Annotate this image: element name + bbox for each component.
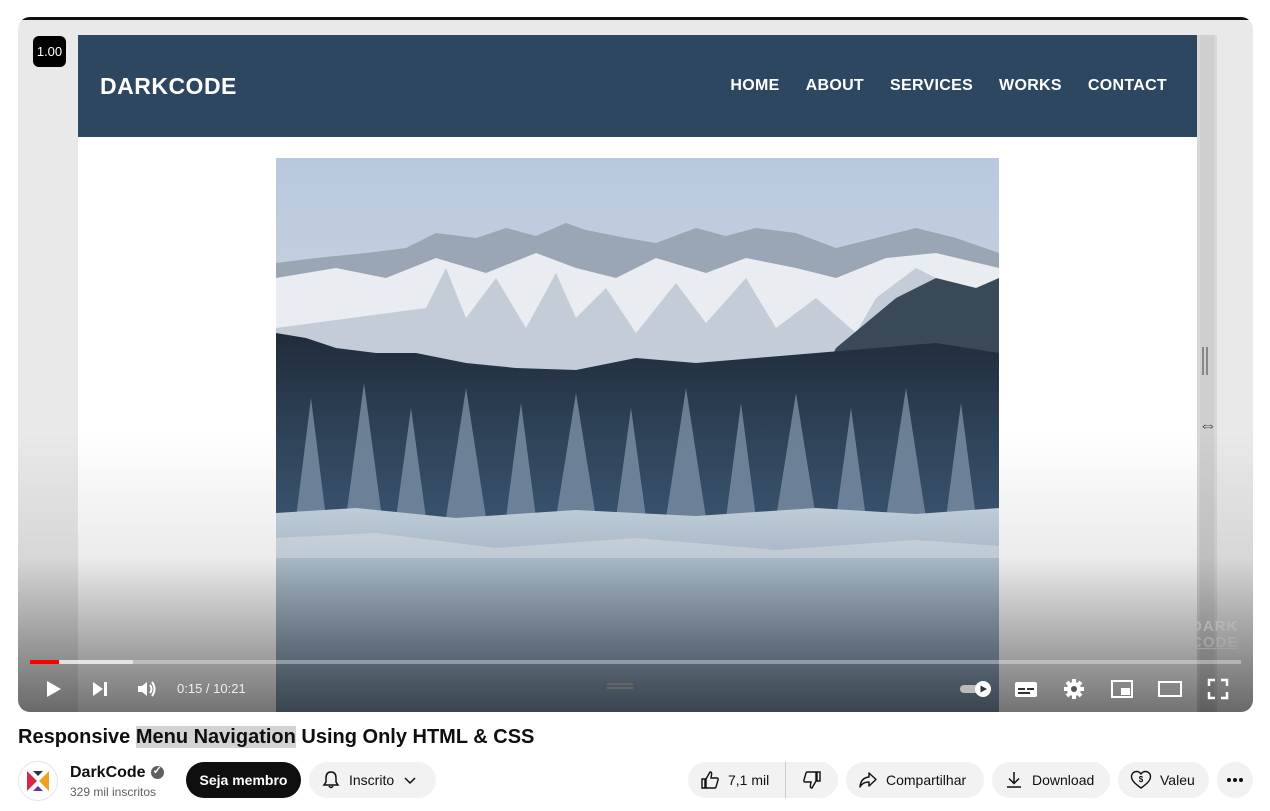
dislike-button[interactable] [786, 762, 838, 798]
subscribed-button[interactable]: Inscrito [309, 762, 436, 798]
download-button[interactable]: Download [992, 762, 1110, 798]
time-display: 0:15 / 10:21 [177, 681, 246, 696]
channel-name[interactable]: DarkCode [70, 764, 164, 782]
volume-button[interactable] [131, 674, 163, 704]
subscriber-count: 329 mil inscritos [70, 784, 157, 799]
download-label: Download [1032, 772, 1095, 788]
volume-icon [138, 681, 156, 697]
thumbs-down-icon [803, 771, 821, 789]
video-player[interactable]: DARKCODE HOME ABOUT SERVICES WORKS CONTA… [18, 17, 1253, 712]
progress-bar[interactable] [30, 660, 1241, 664]
resize-grip-icon [1201, 347, 1209, 377]
progress-played [30, 660, 60, 664]
subtitles-icon [1015, 682, 1037, 697]
player-drag-handle-icon[interactable] [607, 683, 633, 689]
verified-badge-icon [150, 764, 164, 779]
share-icon [859, 772, 877, 788]
miniplayer-button[interactable] [1106, 674, 1138, 704]
join-button[interactable]: Seja membro [186, 762, 301, 798]
video-title: Responsive Menu Navigation Using Only HT… [18, 726, 535, 748]
channel-owner: DarkCode 329 mil inscritos [18, 760, 164, 802]
resize-cursor-icon: ⇔ [1199, 415, 1217, 435]
like-button[interactable]: 7,1 mil [688, 762, 786, 798]
svg-text:$: $ [1139, 775, 1144, 784]
share-label: Compartilhar [886, 772, 967, 788]
site-menu-contact: CONTACT [1087, 77, 1167, 94]
site-menu: HOME ABOUT SERVICES WORKS CONTACT [730, 77, 1167, 95]
site-menu-about: ABOUT [805, 77, 865, 94]
miniplayer-icon [1111, 680, 1133, 698]
like-dislike-group: 7,1 mil [688, 762, 838, 798]
thanks-label: Valeu [1160, 772, 1195, 788]
play-icon [47, 681, 61, 697]
site-navbar: DARKCODE HOME ABOUT SERVICES WORKS CONTA… [78, 35, 1197, 137]
player-top-border [18, 17, 1253, 20]
bell-icon [322, 771, 340, 789]
autoplay-toggle[interactable] [958, 674, 994, 704]
more-actions-button[interactable] [1217, 762, 1253, 798]
fullscreen-icon [1207, 678, 1229, 700]
thumbs-up-icon [701, 771, 719, 789]
settings-gear-icon [1064, 679, 1084, 699]
channel-watermark[interactable]: DARK CODE [1191, 619, 1238, 651]
site-menu-works: WORKS [999, 77, 1062, 94]
site-menu-home: HOME [730, 77, 780, 94]
title-highlight: Menu Navigation [135, 726, 296, 748]
site-logo: DARKCODE [100, 72, 237, 99]
darkcode-logo-icon [27, 771, 49, 791]
next-icon [93, 682, 107, 696]
download-icon [1007, 772, 1021, 788]
heart-dollar-icon: $ [1130, 770, 1152, 789]
channel-avatar[interactable] [18, 761, 58, 801]
subtitles-button[interactable] [1010, 674, 1042, 704]
share-button[interactable]: Compartilhar [846, 762, 984, 798]
hero-landscape-image [276, 158, 999, 712]
theater-mode-icon [1158, 681, 1182, 697]
video-frame-website: DARKCODE HOME ABOUT SERVICES WORKS CONTA… [78, 35, 1197, 712]
autoplay-toggle-icon [960, 681, 991, 697]
settings-button[interactable] [1058, 674, 1090, 704]
chevron-down-icon [404, 777, 416, 785]
like-count: 7,1 mil [728, 772, 770, 788]
play-button[interactable] [37, 674, 69, 704]
subscribed-label: Inscrito [349, 772, 395, 788]
next-button[interactable] [84, 674, 116, 704]
site-menu-services: SERVICES [890, 77, 974, 94]
player-controls: 0:15 / 10:21 [18, 672, 1253, 706]
thanks-button[interactable]: $ Valeu [1118, 762, 1209, 798]
fullscreen-button[interactable] [1202, 674, 1234, 704]
more-horizontal-icon [1227, 778, 1243, 782]
playback-speed-badge: 1.00 [33, 36, 66, 67]
theater-mode-button[interactable] [1154, 674, 1186, 704]
